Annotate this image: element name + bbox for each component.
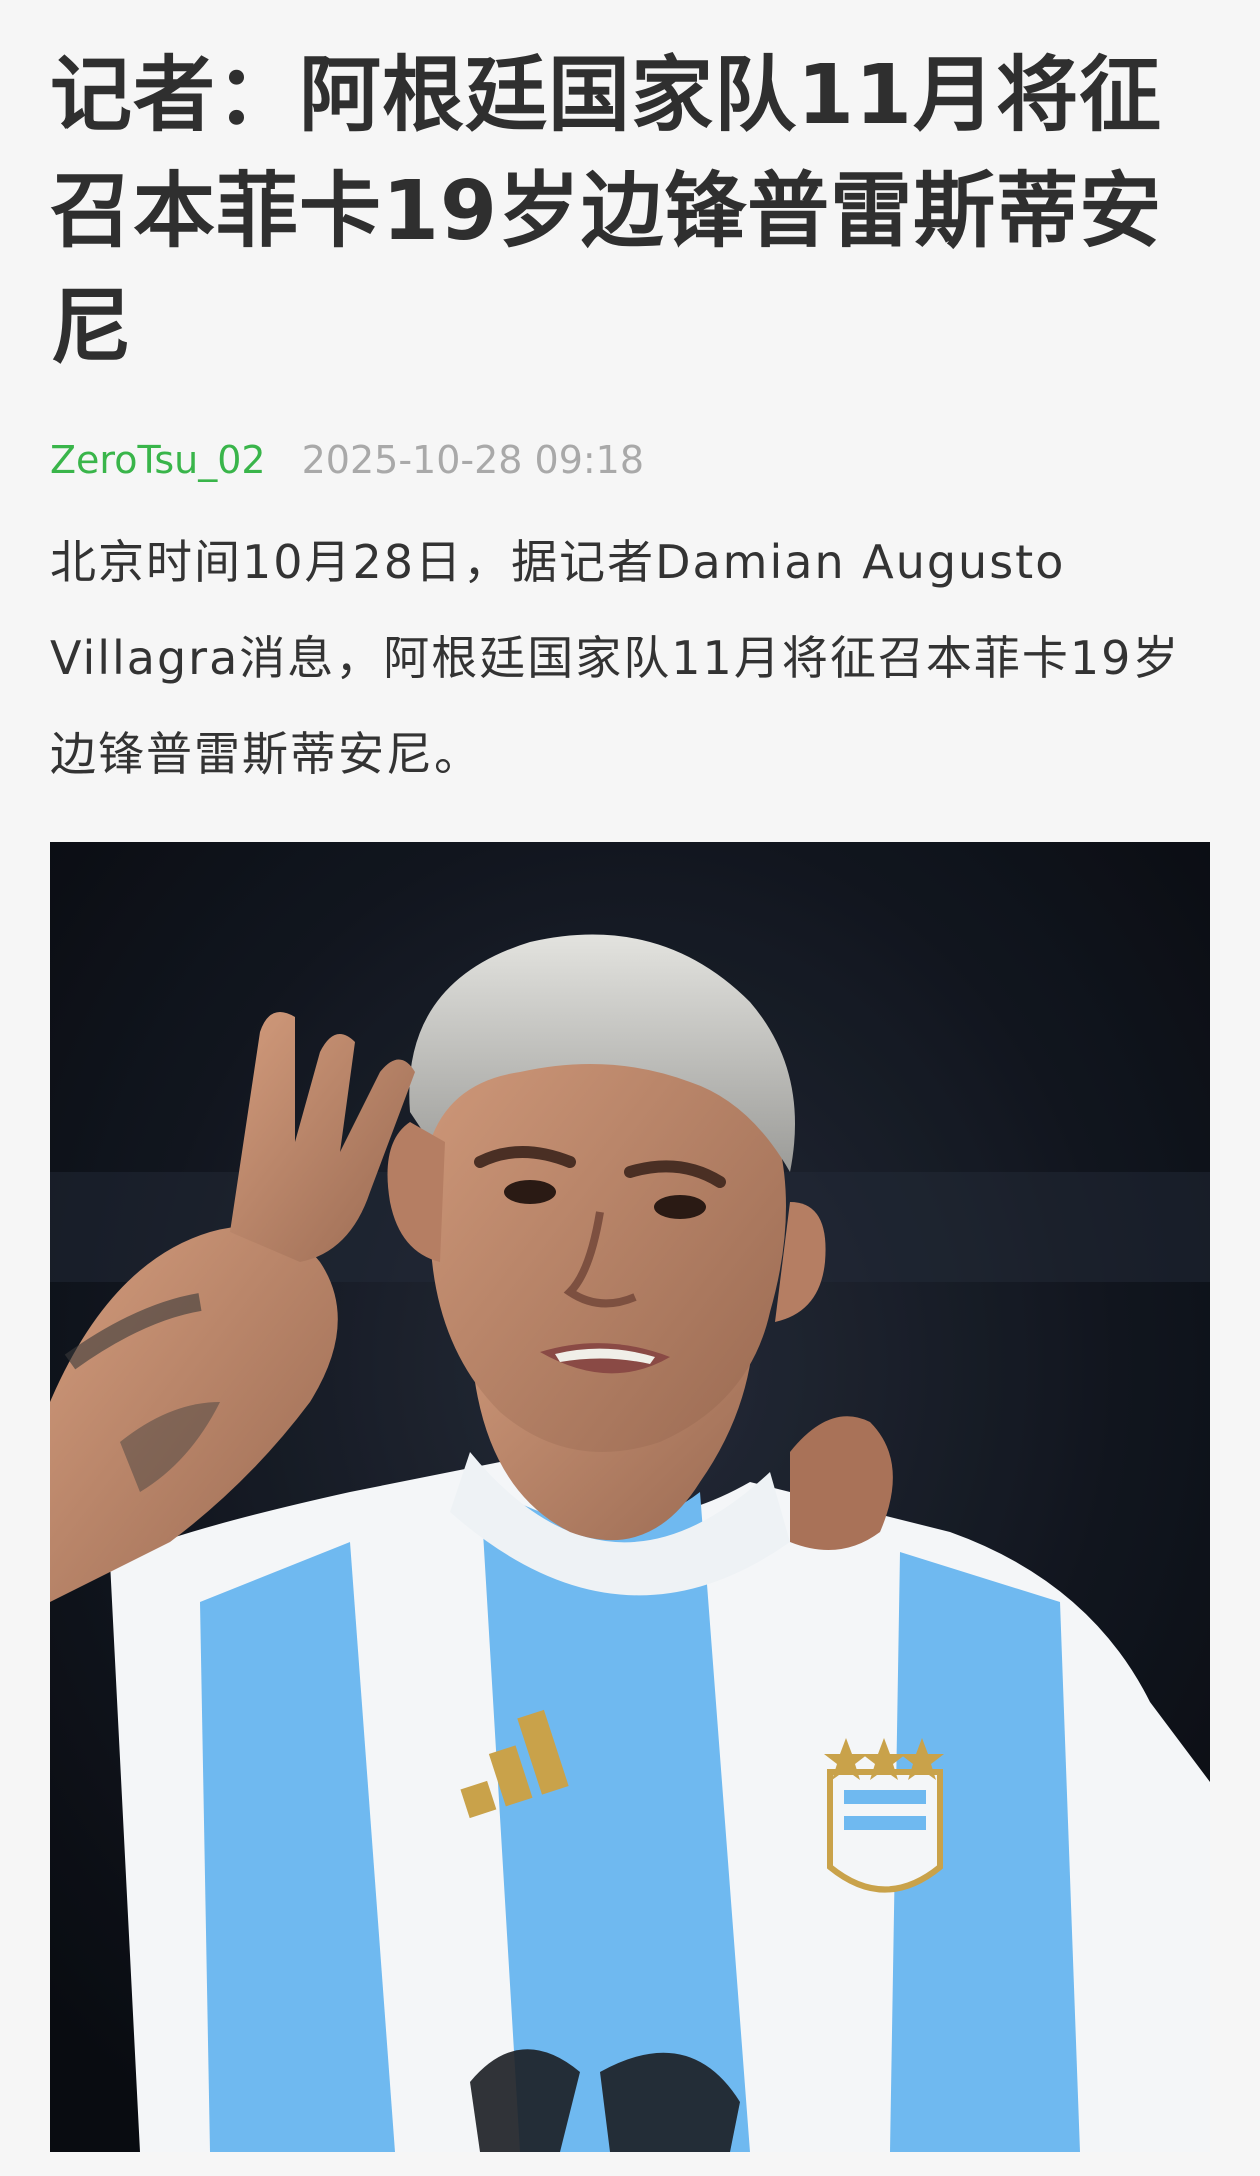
article-body: 北京时间10月28日，据记者Damian Augusto Villagra消息，… — [50, 535, 1181, 781]
publish-datetime: 2025-10-28 09:18 — [301, 438, 645, 482]
teammate-hand — [790, 1416, 893, 1550]
afa-crest-icon — [824, 1738, 944, 1893]
author-link[interactable]: ZeroTsu_02 — [50, 438, 266, 482]
article-page: 记者：阿根廷国家队11月将征召本菲卡19岁边锋普雷斯蒂安尼 ZeroTsu_02… — [0, 0, 1260, 2176]
eye-right — [654, 1195, 706, 1219]
article-photo[interactable] — [50, 842, 1210, 2152]
article-meta: ZeroTsu_02 2025-10-28 09:18 — [50, 432, 644, 488]
article-title: 记者：阿根廷国家队11月将征召本菲卡19岁边锋普雷斯蒂安尼 — [50, 48, 1163, 375]
player-photo-illustration — [50, 842, 1210, 2152]
eye-left — [504, 1180, 556, 1204]
